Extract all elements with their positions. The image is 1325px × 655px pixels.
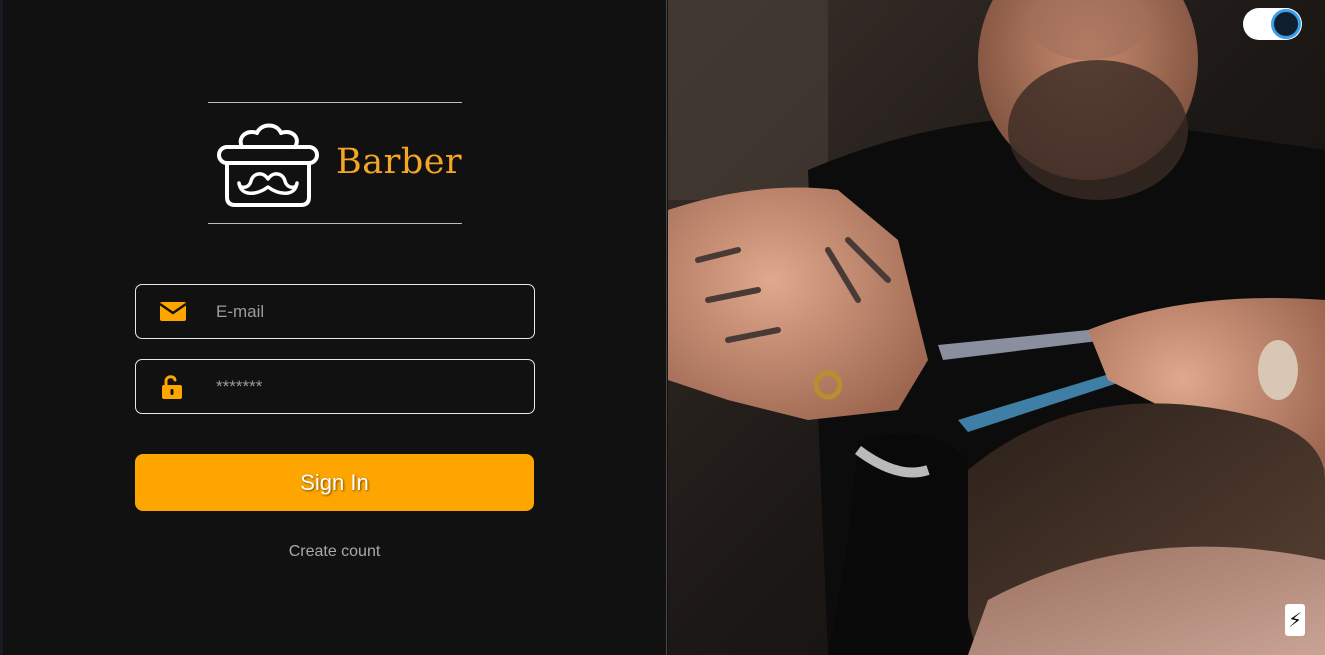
lightning-bolt-icon[interactable]: ⚡ bbox=[1285, 604, 1305, 636]
brand-logo: Barber bbox=[208, 102, 462, 224]
email-field[interactable] bbox=[135, 284, 535, 339]
theme-toggle[interactable] bbox=[1243, 8, 1302, 40]
toggle-knob bbox=[1271, 9, 1301, 39]
barber-photo bbox=[668, 0, 1325, 655]
pomade-jar-mustache-icon bbox=[217, 123, 319, 207]
password-input[interactable] bbox=[214, 360, 524, 413]
unlock-icon bbox=[162, 375, 182, 399]
panel-edge bbox=[0, 0, 3, 655]
envelope-icon bbox=[159, 302, 187, 321]
hero-image bbox=[668, 0, 1325, 655]
brand-name: Barber bbox=[336, 142, 463, 182]
email-input[interactable] bbox=[214, 285, 524, 338]
password-field[interactable] bbox=[135, 359, 535, 414]
sign-in-button[interactable]: Sign In bbox=[135, 454, 534, 511]
login-panel: Barber Sign In Create count bbox=[0, 0, 667, 655]
create-account-link[interactable]: Create count bbox=[135, 543, 534, 561]
